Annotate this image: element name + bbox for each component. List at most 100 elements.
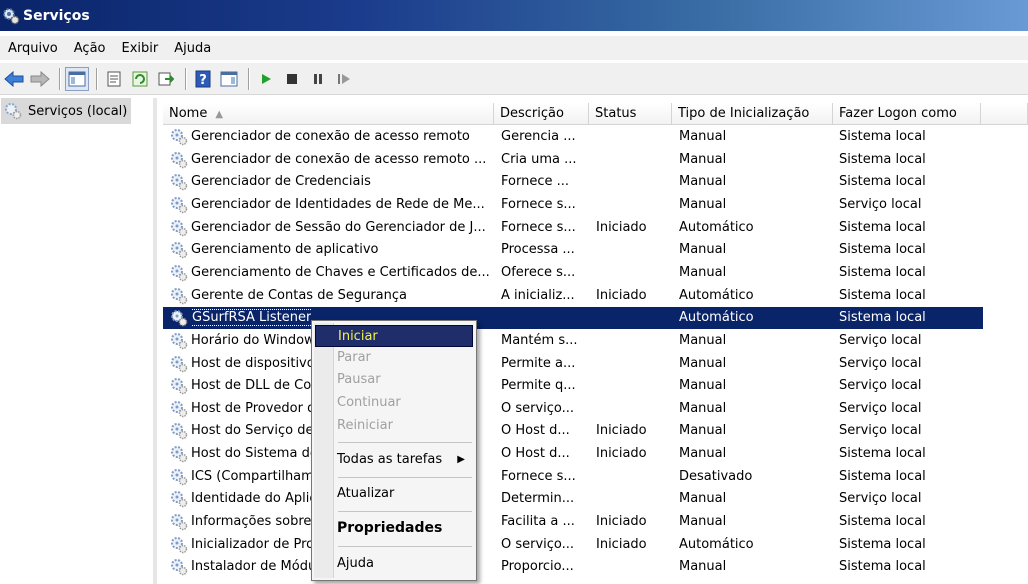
menu-item-iniciar[interactable]: Iniciar	[315, 325, 473, 347]
cell-logon-as: Sistema local	[839, 264, 926, 280]
cell-logon-as: Sistema local	[839, 219, 926, 235]
cell-logon-as: Serviço local	[839, 423, 922, 439]
show-hide-console-tree-button[interactable]	[65, 66, 89, 91]
menu-item-continuar[interactable]: Continuar	[315, 392, 473, 414]
refresh-button[interactable]	[128, 67, 152, 91]
service-gear-icon	[171, 378, 188, 395]
back-button[interactable]	[2, 67, 26, 91]
cell-name: Gerenciador de conexão de acesso remoto	[191, 129, 470, 144]
cell-name: Gerenciador de conexão de acesso remoto …	[191, 151, 487, 167]
cell-startup-type: Manual	[679, 332, 727, 348]
help-icon: ?	[195, 70, 211, 88]
menu-separator	[338, 546, 472, 547]
column-header-filler	[981, 103, 1028, 125]
table-row[interactable]: Gerenciador de Identidades de Rede de Me…	[163, 194, 983, 216]
column-header-name[interactable]: Nome ▲	[163, 103, 494, 125]
cell-startup-type: Manual	[679, 196, 727, 212]
service-gear-icon	[171, 310, 188, 327]
table-row[interactable]: Gerenciador de Sessão do Gerenciador de …	[163, 217, 983, 239]
table-row[interactable]: Gerenciador de conexão de acesso remoto …	[163, 149, 983, 171]
cell-status	[596, 194, 671, 216]
service-gear-icon	[171, 355, 188, 372]
menu-ajuda[interactable]: Ajuda	[166, 41, 219, 56]
column-header-logon-as[interactable]: Fazer Logon como	[833, 103, 981, 125]
column-header-status[interactable]: Status	[589, 103, 672, 125]
stop-icon	[287, 73, 297, 84]
menu-item-parar[interactable]: Parar	[315, 347, 473, 369]
menu-acao[interactable]: Ação	[66, 41, 114, 56]
menu-exibir[interactable]: Exibir	[114, 41, 167, 56]
cell-description: Gerencia ...	[501, 129, 576, 144]
table-row[interactable]: Host de DLL de Co Permite q... Manual Servi…	[163, 375, 983, 397]
cell-description: O serviço...	[501, 536, 575, 552]
cell-description: Permite q...	[501, 378, 576, 394]
menu-item-propriedades[interactable]: Propriedades	[315, 517, 473, 539]
cell-logon-as: Sistema local	[839, 446, 926, 462]
table-row[interactable]: Host do Serviço de O Host d... Iniciado Man…	[163, 420, 983, 442]
cell-logon-as: Sistema local	[839, 310, 926, 326]
table-row[interactable]: Host de dispositivo Permite a... Manual Ser…	[163, 353, 983, 375]
menu-item-label: Pausar	[337, 372, 381, 387]
tree-node-services-local[interactable]: Serviços (local)	[1, 98, 131, 124]
table-row[interactable]: Gerenciador de conexão de acesso remoto G…	[163, 126, 983, 148]
table-row[interactable]: Host de Provedor dO serviço... Manual Serv…	[163, 398, 983, 420]
table-row[interactable]: GSurfRSA Listener Automático Sistema local	[163, 307, 983, 330]
table-row[interactable]: Host do Sistema de O Host d... Iniciado Man…	[163, 443, 983, 465]
column-header-startup-type[interactable]: Tipo de Inicialização	[672, 103, 833, 125]
menu-bar: Arquivo Ação Exibir Ajuda	[0, 36, 1028, 60]
pause-service-button[interactable]	[306, 67, 330, 91]
restart-service-button[interactable]	[332, 67, 356, 91]
cell-logon-as: Sistema local	[839, 151, 926, 167]
service-gear-icon	[171, 219, 188, 236]
table-row[interactable]: Gerenciador de Credenciais Fornece ... Man…	[163, 171, 983, 193]
help-button[interactable]: ?	[191, 67, 215, 91]
table-row[interactable]: Instalador de Módu Proporcio... Manual Sist…	[163, 556, 983, 578]
cell-description: Proporcio...	[501, 559, 574, 575]
column-header-description[interactable]: Descrição	[494, 103, 589, 125]
service-gear-icon	[171, 264, 188, 282]
services-gear-icon	[5, 103, 22, 120]
menu-item-label: Todas as tarefas	[337, 452, 443, 467]
submenu-arrow-icon: ▶	[457, 454, 465, 465]
cell-startup-type: Manual	[679, 400, 727, 416]
properties-button[interactable]	[102, 67, 126, 91]
cell-startup-type: Manual	[679, 355, 727, 371]
table-row[interactable]: ICS (Compartilham Fornece s... Desativado S…	[163, 466, 983, 488]
table-row[interactable]: Gerenciamento de aplicativo Processa ... M…	[163, 239, 983, 261]
table-row[interactable]: Inicializador de Pro O serviço... Iniciado…	[163, 534, 983, 556]
cell-logon-as: Sistema local	[839, 129, 926, 144]
menu-item-atualizar[interactable]: Atualizar	[315, 483, 473, 505]
cell-startup-type: Desativado	[679, 468, 753, 484]
toolbar-separator	[96, 67, 97, 90]
refresh-icon	[132, 71, 148, 86]
table-row[interactable]: Gerenciamento de Chaves e Certificados d…	[163, 262, 983, 284]
cell-description: O serviço...	[501, 400, 575, 416]
table-row[interactable]: Horário do Window Mantém s... Manual Serviç…	[163, 330, 983, 352]
forward-button[interactable]	[28, 67, 52, 91]
toolbar: ?	[0, 63, 1028, 95]
cell-startup-type: Manual	[679, 423, 727, 439]
table-row[interactable]: Informações sobre Facilita a ... Iniciado M…	[163, 511, 983, 533]
menu-item-ajuda[interactable]: Ajuda	[315, 553, 473, 575]
stop-service-button[interactable]	[280, 67, 304, 91]
menu-arquivo[interactable]: Arquivo	[0, 41, 66, 56]
cell-description: O Host d...	[501, 446, 570, 462]
cell-startup-type: Automático	[679, 310, 754, 326]
export-list-button[interactable]	[154, 67, 178, 91]
cell-logon-as: Serviço local	[839, 400, 922, 416]
table-row[interactable]: Identidade do Aplic Determin... Manual Serv…	[163, 488, 983, 510]
services-list: Nome ▲ Descrição Status Tipo de Inicializ…	[163, 100, 1028, 584]
start-service-button[interactable]	[254, 67, 278, 91]
show-action-pane-button[interactable]	[217, 67, 241, 91]
menu-item-reiniciar[interactable]: Reiniciar	[315, 415, 473, 437]
menu-item-todas-as-tarefas[interactable]: Todas as tarefas ▶	[315, 449, 473, 471]
cell-startup-type: Manual	[679, 151, 727, 167]
service-gear-icon	[171, 400, 188, 418]
export-list-icon	[158, 72, 174, 85]
cell-logon-as: Sistema local	[839, 174, 926, 190]
cell-status: Iniciado	[596, 219, 647, 235]
table-row[interactable]: Gerente de Contas de Segurança A iniciali…	[163, 285, 983, 307]
menu-item-label: Parar	[337, 350, 371, 365]
menu-item-pausar[interactable]: Pausar	[315, 369, 473, 391]
services-gear-icon	[3, 7, 20, 24]
